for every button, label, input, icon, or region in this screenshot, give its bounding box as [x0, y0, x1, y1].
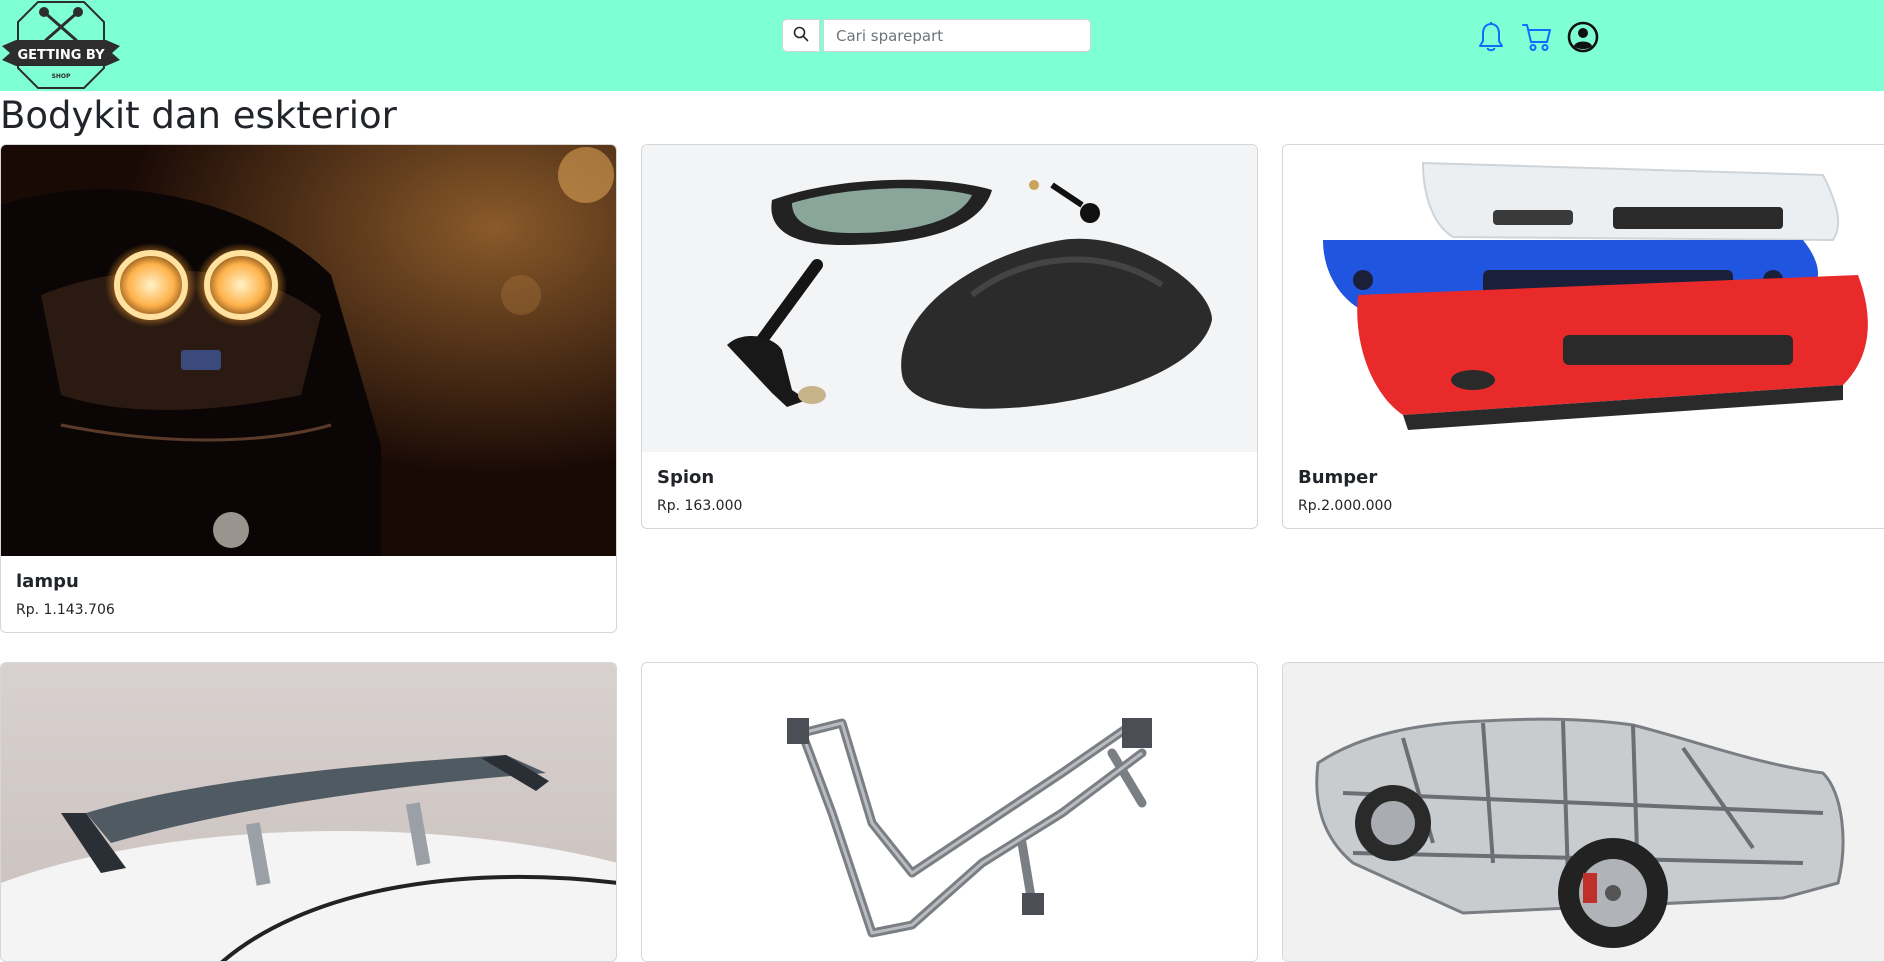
product-image-car-body-frame[interactable] — [1283, 663, 1884, 961]
product-card-lampu[interactable]: lampu Rp. 1.143.706 — [0, 144, 617, 633]
user-circle-icon[interactable] — [1566, 19, 1600, 55]
product-price: Rp. 163.000 — [657, 498, 743, 514]
product-name: Spion — [657, 467, 715, 488]
search-icon — [793, 26, 809, 46]
product-image-rear-spoiler[interactable] — [1, 663, 616, 961]
product-card-spion[interactable]: Spion Rp. 163.000 — [641, 144, 1258, 529]
search-input[interactable] — [823, 19, 1091, 52]
product-image-bumpers[interactable] — [1283, 145, 1884, 452]
page-title: Bodykit dan eskterior — [0, 94, 397, 137]
product-card-frame[interactable] — [641, 662, 1258, 962]
product-image-motorcycle-frame[interactable] — [642, 663, 1257, 961]
product-image-headlight[interactable] — [1, 145, 616, 556]
product-price: Rp.2.000.000 — [1298, 498, 1393, 514]
navbar: GETTING BY SHOP — [0, 0, 1884, 91]
search-bar — [782, 19, 1091, 52]
nav-icons — [1474, 17, 1600, 57]
shop-logo[interactable]: GETTING BY SHOP — [0, 0, 122, 91]
svg-text:GETTING BY: GETTING BY — [17, 48, 105, 63]
product-name: Bumper — [1298, 467, 1378, 488]
product-price: Rp. 1.143.706 — [16, 602, 115, 618]
svg-text:SHOP: SHOP — [52, 73, 71, 80]
product-name: lampu — [16, 571, 79, 592]
cart-icon[interactable] — [1520, 19, 1554, 55]
product-card-body-frame[interactable] — [1282, 662, 1884, 962]
bell-icon[interactable] — [1474, 19, 1508, 55]
search-button[interactable] — [782, 19, 820, 52]
product-card-spoiler[interactable] — [0, 662, 617, 962]
product-image-side-mirror[interactable] — [642, 145, 1257, 452]
product-card-bumper[interactable]: Bumper Rp.2.000.000 — [1282, 144, 1884, 529]
